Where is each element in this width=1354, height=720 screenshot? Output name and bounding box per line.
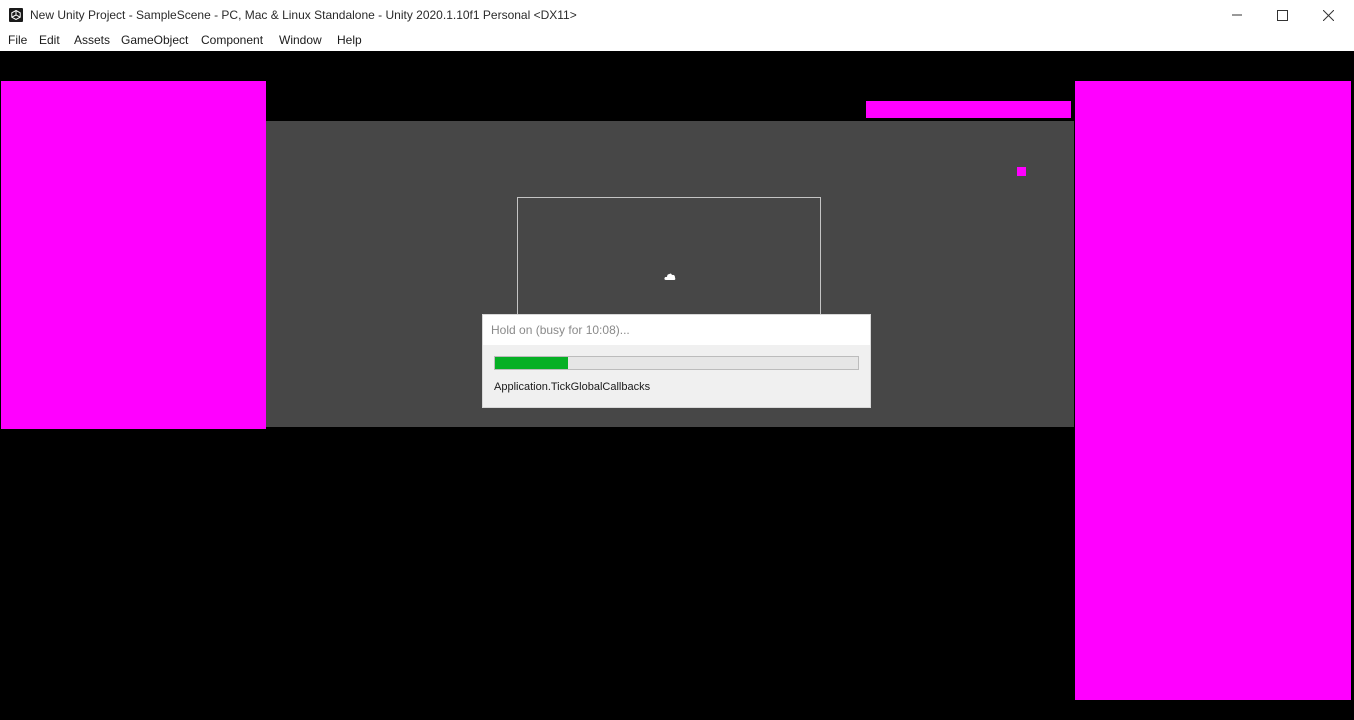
missing-shader-strip: [866, 101, 1071, 118]
missing-shader-panel-left: [1, 81, 266, 429]
progress-bar: [494, 356, 859, 370]
window-title: New Unity Project - SampleScene - PC, Ma…: [30, 8, 577, 22]
unity-editor-window: New Unity Project - SampleScene - PC, Ma…: [0, 0, 1354, 720]
menu-assets[interactable]: Assets: [74, 33, 110, 47]
title-bar[interactable]: New Unity Project - SampleScene - PC, Ma…: [0, 0, 1354, 30]
maximize-button[interactable]: [1259, 0, 1305, 30]
minimize-icon: [1232, 14, 1242, 16]
missing-shader-dot: [1017, 167, 1026, 176]
dialog-title: Hold on (busy for 10:08)...: [491, 323, 630, 337]
close-icon: [1322, 9, 1334, 21]
menu-file[interactable]: File: [8, 33, 27, 47]
dialog-title-bar[interactable]: Hold on (busy for 10:08)...: [483, 315, 870, 345]
menu-component[interactable]: Component: [201, 33, 263, 47]
menu-gameobject[interactable]: GameObject: [121, 33, 188, 47]
viewport-frame: [517, 197, 821, 327]
progress-bar-fill: [495, 357, 568, 369]
missing-shader-panel-right: [1075, 81, 1351, 700]
menu-help[interactable]: Help: [337, 33, 362, 47]
progress-dialog: Hold on (busy for 10:08)... Application.…: [483, 315, 870, 407]
unity-icon: [9, 8, 23, 22]
menu-edit[interactable]: Edit: [39, 33, 60, 47]
menu-bar: File Edit Assets GameObject Component Wi…: [0, 30, 1354, 51]
progress-status: Application.TickGlobalCallbacks: [494, 381, 651, 393]
cloud-icon: [664, 268, 676, 286]
minimize-button[interactable]: [1214, 0, 1260, 30]
menu-window[interactable]: Window: [279, 33, 322, 47]
close-button[interactable]: [1305, 0, 1351, 30]
maximize-icon: [1276, 9, 1288, 21]
